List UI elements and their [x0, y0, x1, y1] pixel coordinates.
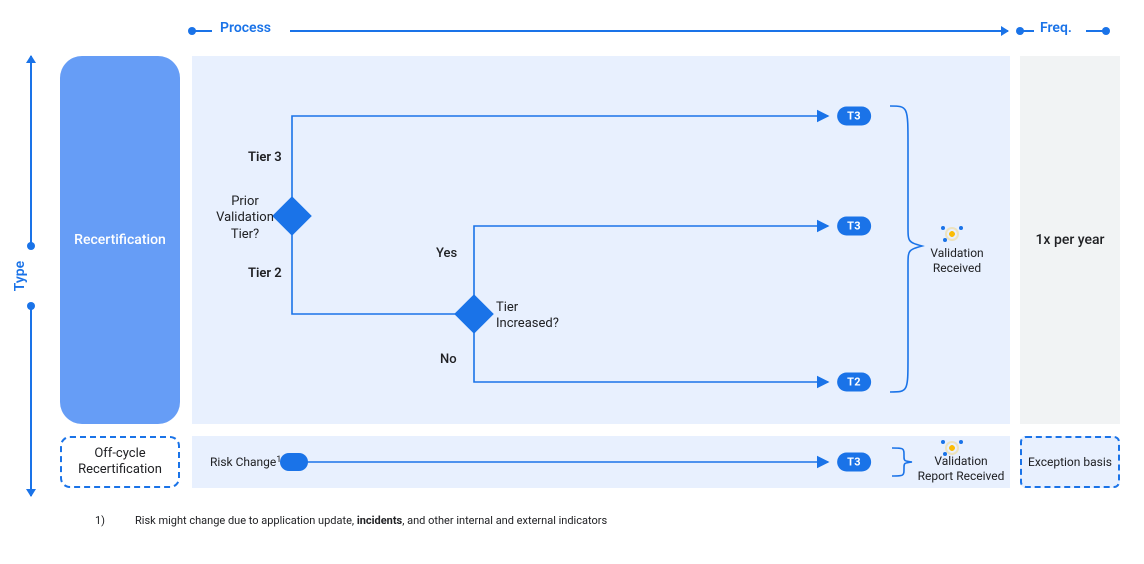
type-axis: Type: [20, 56, 42, 496]
branch-yes-label: Yes: [436, 246, 457, 261]
freq-arrow-left: [1020, 30, 1034, 32]
process-panel: Prior Validation Tier? Tier Increased? T…: [192, 56, 1010, 424]
pill-t3-offcycle: T3: [837, 453, 871, 472]
type-axis-line-top: [30, 56, 32, 246]
validation-received-label: Validation Received: [920, 246, 994, 276]
freq-exception-basis: Exception basis: [1020, 436, 1120, 488]
freq-arrow-right: [1086, 30, 1106, 32]
branch-no-label: No: [440, 352, 457, 367]
offcycle-panel: Risk Change1 T3 Validation Report Receiv…: [192, 436, 1010, 488]
footnote: 1) Risk might change due to application …: [95, 514, 607, 527]
flow-lines: [192, 56, 1010, 424]
recertification-box: Recertification: [60, 56, 180, 424]
freq-label: Freq.: [1040, 20, 1072, 36]
offcycle-recertification-box: Off-cycle Recertification: [60, 436, 180, 488]
process-arrow-right: [290, 30, 1008, 32]
process-label: Process: [220, 20, 271, 36]
decision-tier-increased-label: Tier Increased?: [496, 300, 576, 333]
pill-t3-mid: T3: [837, 217, 871, 236]
type-axis-line-bottom: [30, 306, 32, 496]
branch-tier3-label: Tier 3: [248, 150, 282, 165]
offcycle-lines: [192, 436, 1010, 488]
header-row: Process Freq.: [190, 20, 1124, 42]
type-axis-label: Type: [12, 261, 28, 291]
risk-change-label: Risk Change1: [210, 455, 281, 469]
validation-report-received-label: Validation Report Received: [916, 454, 1006, 484]
process-arrow-left: [192, 30, 212, 32]
sparkle-icon: [941, 226, 963, 242]
footnote-text: Risk might change due to application upd…: [135, 514, 607, 527]
footnote-number: 1): [95, 514, 105, 527]
pill-t3-top: T3: [837, 107, 871, 126]
freq-1x-per-year: 1x per year: [1020, 56, 1120, 424]
diagram-root: Type Process Freq. Recertification Off-c…: [20, 20, 1124, 540]
decision-prior-validation-tier-label: Prior Validation Tier?: [210, 194, 280, 243]
branch-tier2-label: Tier 2: [248, 266, 282, 281]
pill-t2: T2: [837, 373, 871, 392]
risk-change-start-node: [280, 453, 308, 471]
